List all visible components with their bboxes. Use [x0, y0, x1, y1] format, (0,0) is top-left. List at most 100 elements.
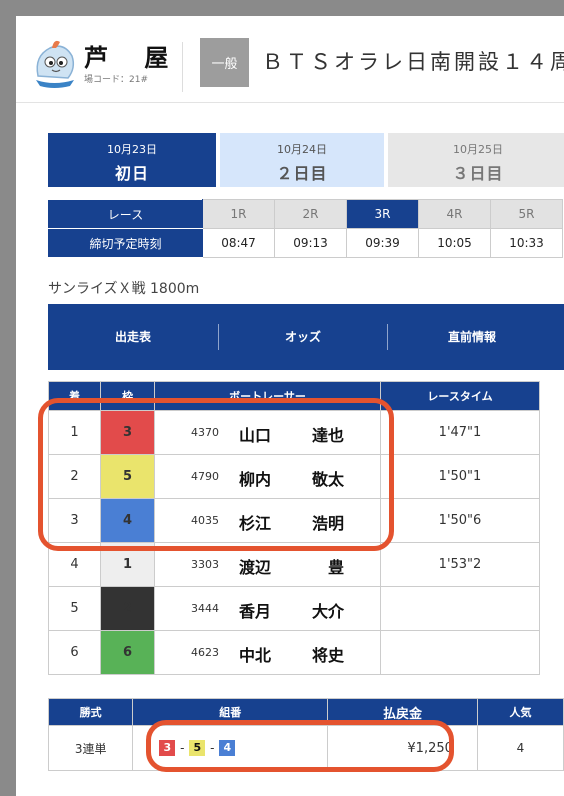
race-time-cell: 1'47"1 [380, 410, 540, 455]
combo-frame-chip: 3 [159, 740, 176, 756]
day-label: 初日 [114, 164, 149, 183]
race-time-cell: 1'50"1 [380, 454, 540, 499]
info-tabs: 出走表 オッズ 直前情報 [48, 304, 564, 370]
race-tab-2r[interactable]: 2R [274, 199, 347, 229]
racer-given-name: 大介 [311, 602, 344, 621]
race-tab-1r[interactable]: 1R [202, 199, 275, 229]
grade-badge: 一般 [200, 38, 249, 87]
racer-cell[interactable]: 4790 柳内 敬太 [154, 454, 381, 499]
rank-cell: 4 [48, 542, 101, 587]
racer-id: 4790 [191, 470, 219, 483]
combination-cell: 3-5-4 [132, 725, 329, 771]
table-row: 3 4 4035 杉江 浩明 1'50"6 [48, 498, 540, 543]
header-combination: 組番 [132, 698, 329, 726]
table-row: 4 1 3303 渡辺 豊 1'53"2 [48, 542, 540, 587]
popularity-cell: 4 [476, 725, 564, 771]
deadline-label: 締切予定時刻 [48, 228, 203, 258]
header-bet-type: 勝式 [47, 698, 134, 726]
racer-surname: 杉江 [239, 514, 272, 533]
racer-surname: 渡辺 [239, 558, 272, 577]
race-tab-5r[interactable]: 5R [490, 199, 563, 229]
race-name: サンライズＸ戦 1800m [48, 281, 200, 297]
results-table: 着 枠 ボートレーサー レースタイム 1 3 4370 山口 達也 1'47"1… [48, 381, 540, 675]
rank-cell: 6 [48, 630, 101, 675]
racer-surname: 柳内 [239, 470, 272, 489]
day-date: 10月24日 [277, 143, 327, 156]
rank-cell: 1 [48, 410, 101, 455]
rank-cell: 5 [48, 586, 101, 631]
day-tab-3[interactable]: 10月25日 ３日目 [388, 133, 564, 187]
header-racer: ボートレーサー [154, 381, 381, 411]
racer-given-name: 浩明 [311, 514, 344, 533]
combo-frame-chip: 4 [219, 740, 236, 756]
frame-cell: 5 [100, 454, 155, 499]
day-label: ２日目 [276, 164, 328, 183]
race-title: ＢＴＳオラレ日南開設１４周年 [262, 50, 564, 74]
table-row: 6 6 4623 中北 将史 [48, 630, 540, 675]
race-time-cell: 1'50"6 [380, 498, 540, 543]
deadline-time: 09:13 [274, 228, 347, 258]
day-date: 10月23日 [107, 143, 157, 156]
rank-cell: 3 [48, 498, 101, 543]
header-frame: 枠 [100, 381, 155, 411]
racer-cell[interactable]: 4035 杉江 浩明 [154, 498, 381, 543]
racer-surname: 山口 [239, 426, 272, 445]
rank-cell: 2 [48, 454, 101, 499]
race-tab-4r[interactable]: 4R [418, 199, 491, 229]
racer-given-name: 豊 [327, 558, 344, 577]
frame-cell: 1 [100, 542, 155, 587]
deadline-time: 10:33 [490, 228, 563, 258]
racer-id: 3444 [191, 602, 219, 615]
header-divider [182, 42, 183, 92]
racer-id: 4370 [191, 426, 219, 439]
tab-entries[interactable]: 出走表 [48, 304, 218, 370]
racer-id: 4623 [191, 646, 219, 659]
tab-pre-race-info[interactable]: 直前情報 [388, 304, 556, 370]
combo-separator: - [180, 741, 185, 755]
day-tab-2[interactable]: 10月24日 ２日目 [220, 133, 384, 187]
deadline-time: 10:05 [418, 228, 491, 258]
day-label: ３日目 [452, 164, 504, 183]
header-popularity: 人気 [476, 698, 564, 726]
racer-given-name: 達也 [311, 426, 344, 445]
race-time-cell [380, 586, 540, 631]
venue-header: 芦 屋 場コード：21# 一般 ＢＴＳオラレ日南開設１４周年 [16, 16, 564, 103]
racer-surname: 中北 [239, 646, 272, 665]
frame-cell: 3 [100, 410, 155, 455]
venue-code: 場コード：21# [84, 75, 148, 85]
day-tab-1[interactable]: 10月23日 初日 [48, 133, 216, 187]
header-rank: 着 [48, 381, 101, 411]
racer-cell[interactable]: 4623 中北 将史 [154, 630, 381, 675]
day-date: 10月25日 [453, 143, 503, 156]
frame-cell: 2 [100, 586, 155, 631]
venue-name: 芦 屋 [84, 44, 183, 72]
page-card: 芦 屋 場コード：21# 一般 ＢＴＳオラレ日南開設１４周年 10月23日 初日… [16, 16, 564, 796]
racer-cell[interactable]: 4370 山口 達也 [154, 410, 381, 455]
race-tab-3r[interactable]: 3R [346, 199, 419, 229]
racer-surname: 香月 [239, 602, 272, 621]
racer-id: 3303 [191, 558, 219, 571]
racer-cell[interactable]: 3444 香月 大介 [154, 586, 381, 631]
header-race-time: レースタイム [380, 381, 540, 411]
bet-type-cell: 3連単 [47, 725, 134, 771]
tab-odds[interactable]: オッズ [219, 304, 387, 370]
combo-frame-chip: 5 [189, 740, 206, 756]
race-navigation: レース 1R 2R 3R 4R 5R 締切予定時刻 08:47 09:13 09… [48, 199, 563, 258]
table-row: 1 3 4370 山口 達也 1'47"1 [48, 410, 540, 455]
racer-cell[interactable]: 3303 渡辺 豊 [154, 542, 381, 587]
table-row: 3連単 3-5-4 ¥1,250 4 [47, 725, 564, 771]
mascot-icon [36, 40, 75, 88]
racer-given-name: 将史 [311, 646, 344, 665]
race-time-cell: 1'53"2 [380, 542, 540, 587]
table-row: 5 2 3444 香月 大介 [48, 586, 540, 631]
deadline-time: 09:39 [346, 228, 419, 258]
payout-amount: ¥1,250 [327, 725, 478, 771]
frame-cell: 4 [100, 498, 155, 543]
deadline-time: 08:47 [202, 228, 275, 258]
frame-cell: 6 [100, 630, 155, 675]
race-label: レース [48, 199, 203, 229]
payout-table: 勝式 組番 払戻金 人気 3連単 3-5-4 ¥1,250 4 [47, 698, 564, 771]
table-row: 2 5 4790 柳内 敬太 1'50"1 [48, 454, 540, 499]
racer-given-name: 敬太 [311, 470, 344, 489]
header-payout: 払戻金 [327, 698, 478, 726]
